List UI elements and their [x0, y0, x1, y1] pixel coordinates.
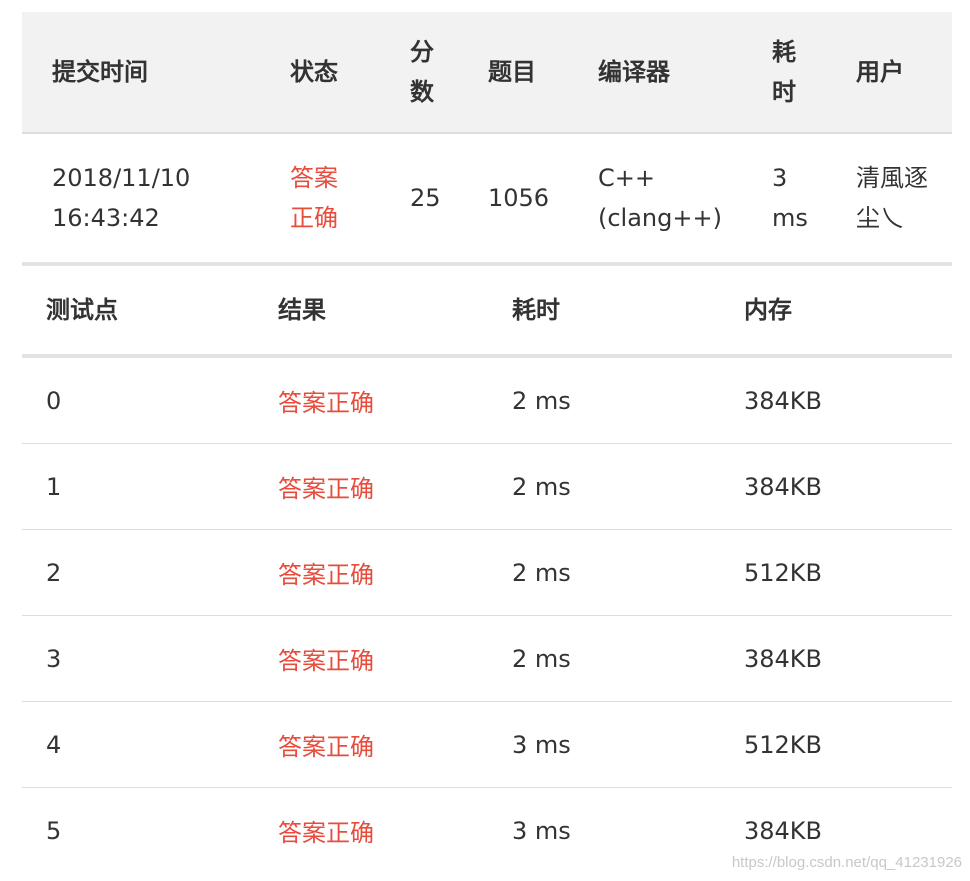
header-compiler: 编译器 [598, 58, 670, 86]
testcase-result: 答案正确 [278, 819, 374, 847]
testcase-result: 答案正确 [278, 561, 374, 589]
testcase-time: 2 ms [512, 386, 571, 415]
testcase-result: 答案正确 [278, 389, 374, 417]
status-value[interactable]: 答案 正确 [290, 134, 390, 262]
testcase-table-header: 测试点 结果 耗时 内存 [22, 266, 952, 358]
table-row: 3 答案正确 2 ms 384KB [22, 616, 952, 702]
testcase-table: 测试点 结果 耗时 内存 0 答案正确 2 ms 384KB 1 答案正确 2 … [22, 266, 952, 881]
testcase-time: 2 ms [512, 472, 571, 501]
testcase-memory: 384KB [744, 644, 823, 673]
elapsed-value: 3 ms [772, 164, 808, 232]
user-value[interactable]: 清風逐 尘乀 [856, 134, 952, 262]
header-problem: 题目 [488, 58, 536, 86]
submission-row: 2018/11/10 16:43:42 答案 正确 25 1056 C++ (c… [22, 134, 952, 266]
table-row: 1 答案正确 2 ms 384KB [22, 444, 952, 530]
testcase-memory: 512KB [744, 558, 823, 587]
testcase-time: 2 ms [512, 644, 571, 673]
testcase-result: 答案正确 [278, 647, 374, 675]
watermark: https://blog.csdn.net/qq_41231926 [731, 854, 962, 871]
testcase-time: 3 ms [512, 730, 571, 759]
table-row: 4 答案正确 3 ms 512KB [22, 702, 952, 788]
header-memory: 内存 [744, 296, 792, 324]
header-user: 用户 [856, 58, 904, 86]
table-row: 2 答案正确 2 ms 512KB [22, 530, 952, 616]
testcase-id: 4 [46, 730, 62, 759]
testcase-rows: 0 答案正确 2 ms 384KB 1 答案正确 2 ms 384KB 2 答案… [22, 358, 952, 873]
testcase-id: 3 [46, 644, 62, 673]
submit-time-value: 2018/11/10 16:43:42 [52, 164, 191, 232]
header-testcase: 测试点 [46, 296, 118, 324]
compiler-value: C++ (clang++) [598, 164, 722, 232]
testcase-id: 5 [46, 816, 62, 845]
header-submit-time: 提交时间 [52, 58, 148, 86]
testcase-id: 2 [46, 558, 62, 587]
testcase-result: 答案正确 [278, 475, 374, 503]
submission-table-header: 提交时间 状态 分 数 题目 编译器 耗 时 用户 [22, 12, 952, 134]
testcase-id: 1 [46, 472, 62, 501]
header-result: 结果 [278, 296, 326, 324]
header-status: 状态 [290, 58, 338, 86]
problem-value[interactable]: 1056 [488, 134, 588, 262]
header-elapsed: 耗 时 [772, 38, 796, 106]
submission-table: 提交时间 状态 分 数 题目 编译器 耗 时 用户 2018/11/10 16:… [22, 12, 952, 266]
header-time: 耗时 [512, 296, 560, 324]
testcase-time: 3 ms [512, 816, 571, 845]
testcase-result: 答案正确 [278, 733, 374, 761]
testcase-time: 2 ms [512, 558, 571, 587]
header-score: 分 数 [410, 38, 434, 106]
testcase-id: 0 [46, 386, 62, 415]
testcase-memory: 512KB [744, 730, 823, 759]
testcase-memory: 384KB [744, 386, 823, 415]
table-row: 0 答案正确 2 ms 384KB [22, 358, 952, 444]
score-value: 25 [410, 184, 441, 212]
testcase-memory: 384KB [744, 472, 823, 501]
